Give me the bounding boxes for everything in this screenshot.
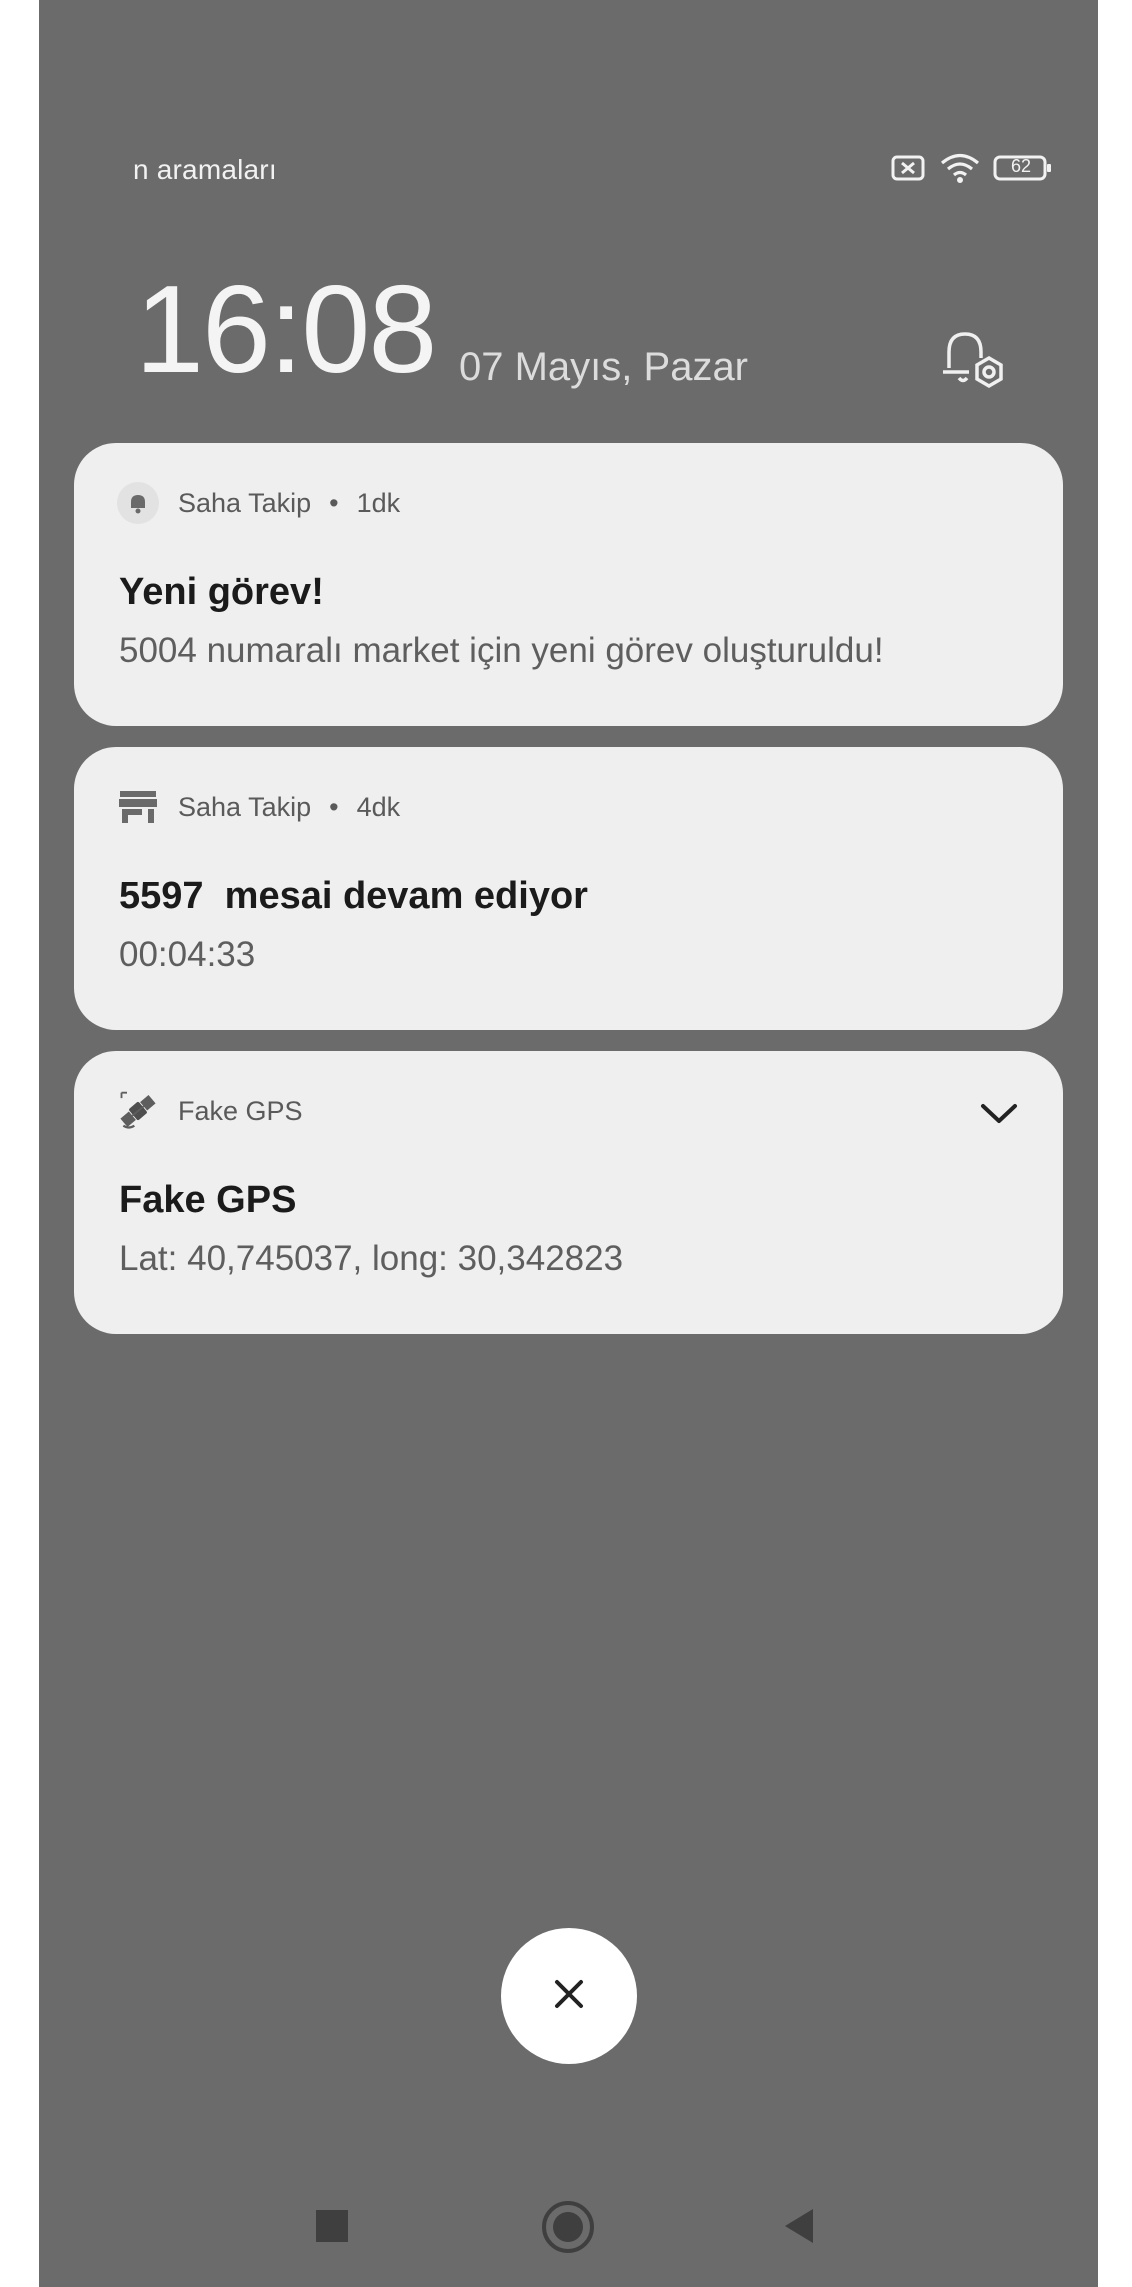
clear-notifications-button[interactable] xyxy=(501,1928,637,2064)
notification-title: Fake GPS xyxy=(119,1179,297,1221)
notification-header: Saha Takip • 1dk xyxy=(116,481,401,525)
notification-body: 00:04:33 xyxy=(119,935,256,974)
close-icon xyxy=(549,1974,589,2019)
satellite-icon xyxy=(116,1089,160,1133)
chevron-down-icon[interactable] xyxy=(979,1101,1019,1132)
lockscreen-date: 07 Mayıs, Pazar xyxy=(459,345,749,389)
home-button[interactable] xyxy=(541,2200,595,2259)
navigation-bar xyxy=(39,2200,1098,2260)
notification-header: Fake GPS xyxy=(116,1091,303,1131)
notification-body: Lat: 40,745037, long: 30,342823 xyxy=(119,1239,624,1278)
lock-settings-icon[interactable] xyxy=(939,328,1009,395)
notification-app-name: Saha Takip xyxy=(178,487,312,518)
carrier-text: n aramaları xyxy=(133,154,277,185)
notification-card[interactable]: Fake GPS Fake GPS Lat: 40,745037, long: … xyxy=(74,1051,1063,1334)
notification-body: 5004 numaralı market için yeni görev olu… xyxy=(119,631,884,670)
store-icon xyxy=(116,785,160,829)
lockscreen: n aramaları 62 16:08 07 Mayıs, Pazar Sah… xyxy=(39,0,1098,2287)
notification-title: 5597 mesai devam ediyor xyxy=(119,875,588,917)
recents-button[interactable] xyxy=(314,2208,350,2249)
back-button[interactable] xyxy=(781,2207,815,2250)
battery-icon: 62 xyxy=(993,153,1053,183)
notification-age: 4dk xyxy=(356,791,401,822)
notification-title: Yeni görev! xyxy=(119,571,324,613)
notification-age: 1dk xyxy=(356,487,401,518)
wifi-icon xyxy=(939,152,981,184)
status-bar: n aramaları 62 xyxy=(133,150,1053,194)
notification-card[interactable]: Saha Takip • 4dk 5597 mesai devam ediyor… xyxy=(74,747,1063,1030)
notification-header: Saha Takip • 4dk xyxy=(116,787,400,827)
battery-level: 62 xyxy=(1010,156,1032,176)
lockscreen-clock: 16:08 xyxy=(135,261,437,399)
bell-icon xyxy=(116,481,160,525)
notification-app-name: Saha Takip xyxy=(178,791,312,822)
notification-card[interactable]: Saha Takip • 1dk Yeni görev! 5004 numara… xyxy=(74,443,1063,726)
notification-app-name: Fake GPS xyxy=(178,1095,303,1126)
sim-none-icon xyxy=(891,153,927,183)
notification-separator: • xyxy=(329,791,339,822)
notification-separator: • xyxy=(329,487,339,518)
